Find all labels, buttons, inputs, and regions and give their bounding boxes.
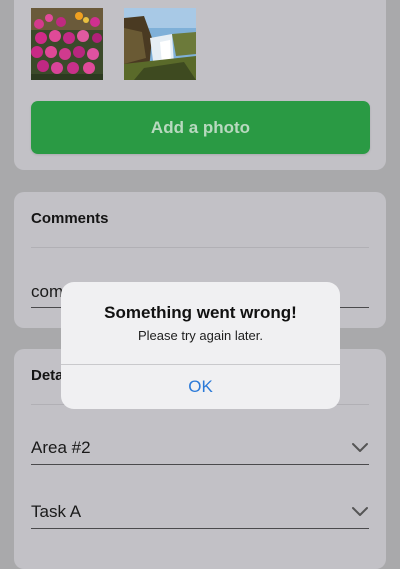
task-select-value[interactable]: Task A xyxy=(31,502,81,522)
alert-message: Please try again later. xyxy=(137,328,264,343)
chevron-down-icon[interactable] xyxy=(351,506,369,518)
photo-thumbnail-flowers[interactable] xyxy=(31,8,103,80)
area-select-value[interactable]: Area #2 xyxy=(31,438,91,458)
photo-thumbnail-waterfall[interactable] xyxy=(124,8,196,80)
photos-card: Add a photo xyxy=(14,0,386,170)
comments-title: Comments xyxy=(31,210,109,227)
add-photo-button[interactable]: Add a photo xyxy=(31,101,370,154)
comments-input[interactable]: com xyxy=(31,282,63,302)
alert-title: Something went wrong! xyxy=(104,303,297,322)
details-title: Deta xyxy=(31,367,64,384)
chevron-down-icon[interactable] xyxy=(351,442,369,454)
task-select-underline xyxy=(31,528,369,529)
waterfall-photo-icon xyxy=(124,8,196,80)
error-alert-dialog: Something went wrong! Please try again l… xyxy=(61,282,340,409)
comments-divider xyxy=(31,247,369,248)
alert-ok-button[interactable]: OK xyxy=(61,365,340,409)
flowers-photo-icon xyxy=(31,8,103,80)
area-select-underline xyxy=(31,464,369,465)
